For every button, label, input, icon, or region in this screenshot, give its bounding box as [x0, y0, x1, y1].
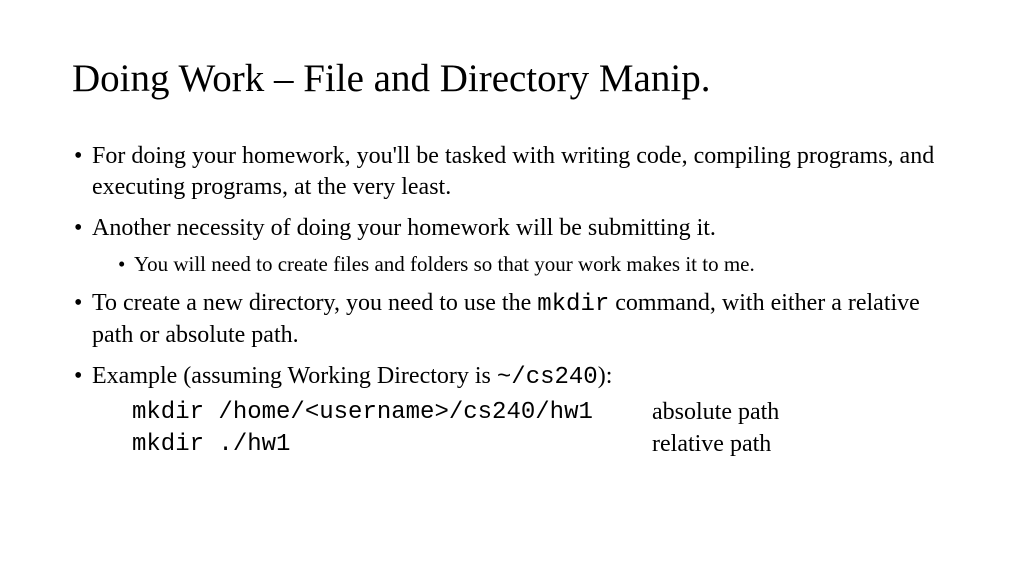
bullet-item: Another necessity of doing your homework…: [72, 213, 952, 277]
example-block: mkdir /home/<username>/cs240/hw1 absolut…: [132, 397, 952, 459]
bullet-text-part: Example (assuming Working Directory is: [92, 363, 497, 389]
example-command: mkdir /home/<username>/cs240/hw1: [132, 397, 652, 428]
example-row: mkdir /home/<username>/cs240/hw1 absolut…: [132, 397, 952, 428]
inline-code: mkdir: [537, 291, 609, 318]
sub-bullet-item: You will need to create files and folder…: [116, 251, 952, 278]
sub-bullet-text: You will need to create files and folder…: [134, 252, 755, 276]
bullet-text: For doing your homework, you'll be taske…: [92, 143, 934, 200]
example-label: relative path: [652, 429, 771, 460]
bullet-item: To create a new directory, you need to u…: [72, 288, 952, 351]
sub-bullet-list: You will need to create files and folder…: [116, 251, 952, 278]
slide-title: Doing Work – File and Directory Manip.: [72, 56, 952, 101]
example-command: mkdir ./hw1: [132, 429, 652, 460]
bullet-list: For doing your homework, you'll be taske…: [72, 141, 952, 460]
bullet-text-part: To create a new directory, you need to u…: [92, 290, 537, 316]
bullet-item: Example (assuming Working Directory is ~…: [72, 361, 952, 460]
bullet-item: For doing your homework, you'll be taske…: [72, 141, 952, 203]
bullet-text: Another necessity of doing your homework…: [92, 215, 716, 241]
example-row: mkdir ./hw1 relative path: [132, 429, 952, 460]
bullet-text-part: ):: [598, 363, 613, 389]
example-label: absolute path: [652, 397, 779, 428]
inline-code: ~/cs240: [497, 364, 598, 391]
